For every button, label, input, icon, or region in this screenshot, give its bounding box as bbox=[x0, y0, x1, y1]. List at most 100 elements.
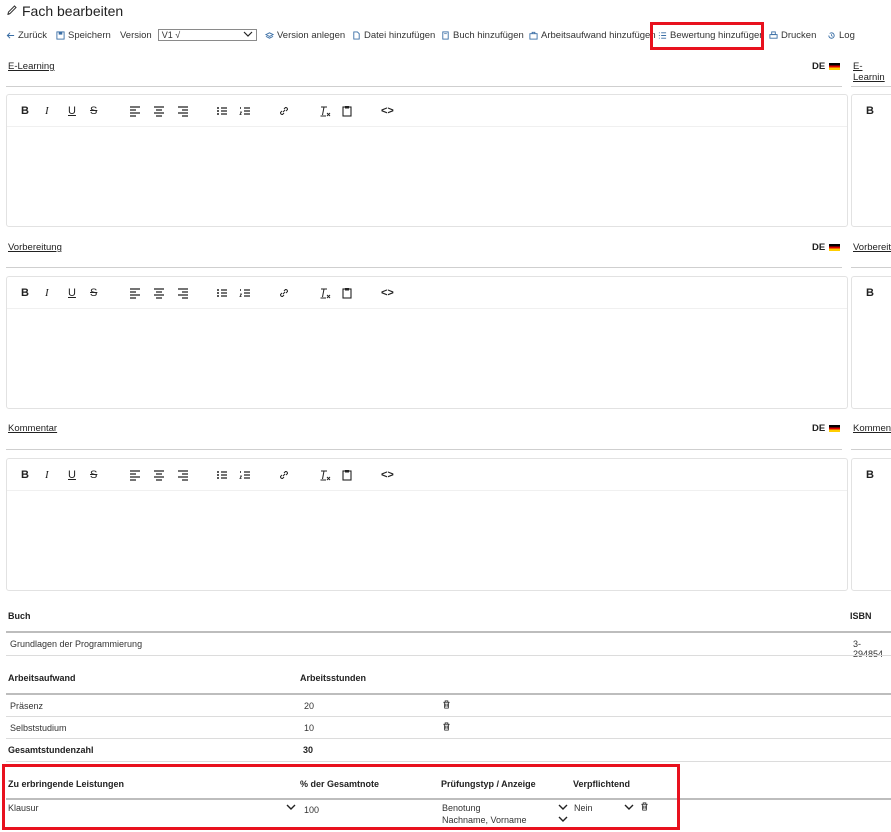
clear-format-icon[interactable] bbox=[319, 286, 331, 300]
code-view-button[interactable]: <> bbox=[381, 104, 394, 118]
total-label: Gesamtstundenzahl bbox=[8, 745, 94, 755]
exam-type-header: Prüfungstyp / Anzeige bbox=[441, 779, 536, 789]
log-button[interactable]: Log bbox=[827, 30, 855, 41]
code-view-button[interactable]: <> bbox=[381, 468, 394, 482]
trash-icon[interactable] bbox=[640, 802, 649, 813]
numbered-list-icon[interactable] bbox=[239, 468, 251, 482]
paste-icon[interactable] bbox=[341, 468, 353, 482]
rich-text-editor-elearning-side[interactable]: B bbox=[851, 94, 891, 227]
isbn-header: ISBN bbox=[850, 611, 872, 621]
align-left-icon[interactable] bbox=[129, 468, 141, 482]
bullet-list-icon[interactable] bbox=[216, 104, 228, 118]
divider bbox=[6, 449, 842, 450]
section-label-elearning: E-Learning bbox=[8, 61, 55, 72]
align-right-icon[interactable] bbox=[177, 104, 189, 118]
divider bbox=[6, 86, 842, 87]
underline-button[interactable]: U bbox=[68, 468, 76, 482]
print-button[interactable]: Drucken bbox=[769, 30, 816, 41]
link-icon[interactable] bbox=[278, 286, 290, 300]
add-file-button[interactable]: Datei hinzufügen bbox=[352, 30, 435, 41]
divider bbox=[851, 86, 891, 87]
clear-format-icon[interactable] bbox=[319, 468, 331, 482]
pencil-icon bbox=[6, 3, 18, 19]
add-assessment-button[interactable]: Bewertung hinzufügen bbox=[658, 30, 765, 41]
divider bbox=[6, 693, 891, 695]
language-de-vorbereitung[interactable]: DE bbox=[812, 242, 841, 253]
chevron-down-icon bbox=[243, 30, 253, 40]
numbered-list-icon[interactable] bbox=[239, 286, 251, 300]
book-isbn: 3-294854 bbox=[853, 639, 884, 659]
editor-toolbar: B I U S <> bbox=[7, 95, 847, 127]
exam-type-select[interactable]: Benotung bbox=[442, 803, 570, 813]
align-center-icon[interactable] bbox=[153, 104, 165, 118]
bold-button[interactable]: B bbox=[866, 104, 874, 118]
page-title-text: Fach bearbeiten bbox=[22, 3, 124, 19]
align-left-icon[interactable] bbox=[129, 286, 141, 300]
chevron-down-icon bbox=[558, 815, 568, 825]
underline-button[interactable]: U bbox=[68, 286, 76, 300]
rich-text-editor-vorbereitung-side[interactable]: B bbox=[851, 276, 891, 409]
layers-icon bbox=[265, 31, 274, 40]
workload-hours-input[interactable]: 10 bbox=[304, 723, 314, 733]
strikethrough-button[interactable]: S bbox=[90, 104, 97, 118]
bold-button[interactable]: B bbox=[21, 468, 29, 482]
display-select[interactable]: Nachname, Vorname bbox=[442, 815, 570, 825]
workload-name: Selbststudium bbox=[10, 723, 67, 733]
back-button[interactable]: Zurück bbox=[6, 30, 47, 41]
flag-de-icon bbox=[829, 244, 841, 251]
percent-input[interactable]: 100 bbox=[304, 805, 319, 815]
align-center-icon[interactable] bbox=[153, 468, 165, 482]
rich-text-editor-elearning[interactable]: B I U S <> bbox=[6, 94, 848, 227]
paste-icon[interactable] bbox=[341, 104, 353, 118]
workload-hours-input[interactable]: 20 bbox=[304, 701, 314, 711]
rich-text-editor-kommentar[interactable]: B I U S <> bbox=[6, 458, 848, 591]
clear-format-icon[interactable] bbox=[319, 104, 331, 118]
chevron-down-icon bbox=[624, 803, 634, 813]
bold-button[interactable]: B bbox=[21, 286, 29, 300]
link-icon[interactable] bbox=[278, 104, 290, 118]
main-toolbar: Zurück Speichern Version V1 √ Version an… bbox=[0, 25, 891, 45]
rich-text-editor-vorbereitung[interactable]: B I U S <> bbox=[6, 276, 848, 409]
language-de-elearning[interactable]: DE bbox=[812, 61, 841, 72]
version-select[interactable]: V1 √ bbox=[157, 29, 257, 41]
bold-button[interactable]: B bbox=[21, 104, 29, 118]
chevron-down-icon bbox=[558, 803, 568, 813]
divider bbox=[6, 267, 842, 268]
bullet-list-icon[interactable] bbox=[216, 286, 228, 300]
italic-button[interactable]: I bbox=[45, 468, 49, 482]
numbered-list-icon[interactable] bbox=[239, 104, 251, 118]
underline-button[interactable]: U bbox=[68, 104, 76, 118]
save-button[interactable]: Speichern bbox=[56, 30, 111, 41]
italic-button[interactable]: I bbox=[45, 104, 49, 118]
align-right-icon[interactable] bbox=[177, 286, 189, 300]
total-value: 30 bbox=[303, 745, 314, 755]
trash-icon[interactable] bbox=[442, 700, 451, 711]
book-title: Grundlagen der Programmierung bbox=[10, 639, 143, 649]
divider bbox=[6, 655, 891, 656]
align-right-icon[interactable] bbox=[177, 468, 189, 482]
mandatory-select[interactable]: Nein bbox=[574, 803, 636, 813]
flag-de-icon bbox=[829, 425, 841, 432]
rich-text-editor-kommentar-side[interactable]: B bbox=[851, 458, 891, 591]
code-view-button[interactable]: <> bbox=[381, 286, 394, 300]
language-de-kommentar[interactable]: DE bbox=[812, 423, 841, 434]
bold-button[interactable]: B bbox=[866, 286, 874, 300]
workload-header: Arbeitsaufwand bbox=[8, 673, 76, 683]
paste-icon[interactable] bbox=[341, 286, 353, 300]
trash-icon[interactable] bbox=[442, 722, 451, 733]
create-version-button[interactable]: Version anlegen bbox=[265, 30, 345, 41]
italic-button[interactable]: I bbox=[45, 286, 49, 300]
align-left-icon[interactable] bbox=[129, 104, 141, 118]
workload-name: Präsenz bbox=[10, 701, 44, 711]
add-book-button[interactable]: Buch hinzufügen bbox=[441, 30, 524, 41]
performance-select[interactable]: Klausur bbox=[8, 803, 298, 813]
align-center-icon[interactable] bbox=[153, 286, 165, 300]
strikethrough-button[interactable]: S bbox=[90, 286, 97, 300]
chevron-down-icon bbox=[286, 803, 296, 813]
link-icon[interactable] bbox=[278, 468, 290, 482]
bold-button[interactable]: B bbox=[866, 468, 874, 482]
divider bbox=[6, 798, 891, 800]
bullet-list-icon[interactable] bbox=[216, 468, 228, 482]
add-workload-button[interactable]: Arbeitsaufwand hinzufügen bbox=[529, 30, 656, 41]
strikethrough-button[interactable]: S bbox=[90, 468, 97, 482]
